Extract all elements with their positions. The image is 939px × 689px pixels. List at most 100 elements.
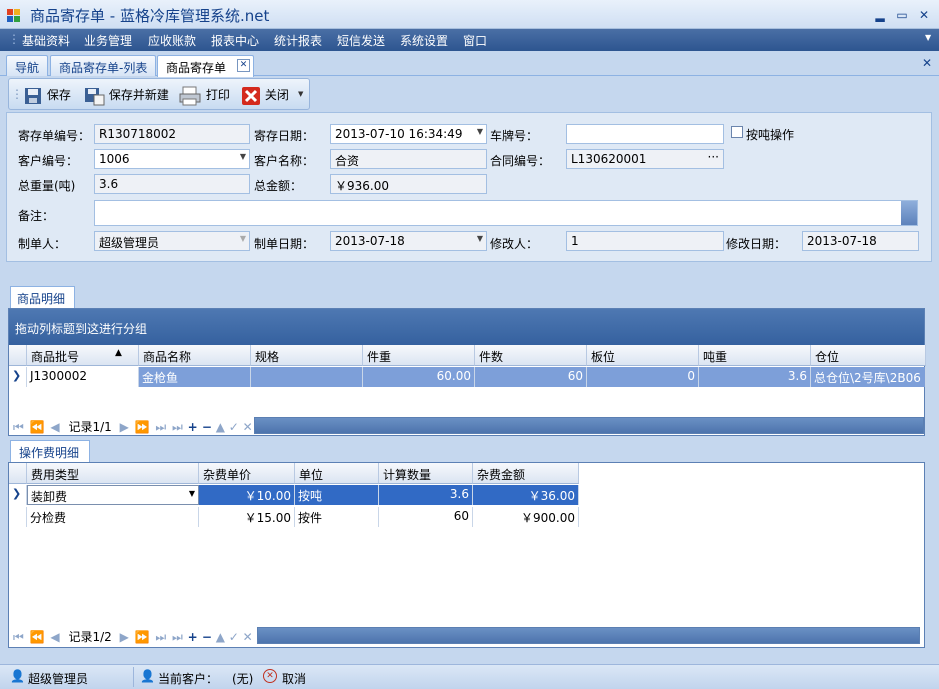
nav-first-prev-icon[interactable]: ⏮ ⏪ ◀ — [13, 420, 61, 434]
close-all-tabs-icon[interactable]: ✕ — [922, 56, 932, 70]
deposit-date-picker[interactable]: 2013-07-10 16:34:49 ▼ — [330, 124, 487, 144]
column-header-tons[interactable]: 吨重 — [699, 345, 811, 366]
cell-quantity[interactable]: 60 — [379, 507, 473, 527]
column-header-location[interactable]: 仓位 — [811, 345, 926, 366]
cell-name[interactable]: 金枪鱼 — [139, 367, 251, 387]
cell-batch[interactable]: J1300002 — [27, 367, 139, 387]
column-header-name[interactable]: 商品名称 — [139, 345, 251, 366]
menu-overflow-icon[interactable]: ▼ — [925, 33, 931, 42]
remark-label: 备注： — [18, 209, 55, 223]
cell-pieces[interactable]: 60 — [475, 367, 587, 387]
menu-basic-data[interactable]: 基础资料 — [22, 32, 70, 49]
nav-add-remove-icon[interactable]: + − — [188, 630, 212, 644]
tab-fee-detail[interactable]: 操作费明细 — [10, 440, 90, 462]
toolbar-overflow-icon[interactable]: ▼ — [298, 90, 303, 98]
user-icon: 👤 — [10, 669, 25, 683]
column-header-unit[interactable]: 单位 — [295, 463, 379, 484]
menu-business[interactable]: 业务管理 — [84, 32, 132, 49]
cell-unit-price[interactable]: ￥15.00 — [199, 507, 295, 527]
dropdown-arrow-icon: ▼ — [476, 127, 483, 136]
column-header-piece-weight[interactable]: 件重 — [363, 345, 475, 366]
modify-date-field: 2013-07-18 — [802, 231, 919, 251]
cancel-link[interactable]: 取消 — [282, 670, 306, 687]
cell-tons[interactable]: 3.6 — [699, 367, 811, 387]
column-header-fee-amount[interactable]: 杂费金额 — [473, 463, 579, 484]
column-header-batch[interactable]: 商品批号 ▲ — [27, 345, 139, 366]
print-button[interactable]: 打印 — [178, 85, 230, 105]
cell-unit[interactable]: 按吨 — [295, 485, 379, 505]
cell-fee-amount[interactable]: ￥900.00 — [473, 507, 579, 527]
nav-edit-icons[interactable]: ▲ ✓ ✕ — [216, 420, 253, 434]
menu-reports[interactable]: 报表中心 — [211, 32, 259, 49]
fee-type-select[interactable]: 装卸费 ▼ — [27, 485, 199, 505]
contract-no-value: L130620001 — [571, 152, 647, 166]
cell-fee-type[interactable]: 分检费 — [27, 507, 199, 527]
tab-deposit-form[interactable]: 商品寄存单 ✕ — [157, 55, 254, 77]
cell-pallet[interactable]: 0 — [587, 367, 699, 387]
contract-no-field[interactable]: L130620001 ··· — [566, 149, 724, 169]
goods-horizontal-scrollbar[interactable] — [254, 417, 924, 434]
column-header-pieces[interactable]: 件数 — [475, 345, 587, 366]
menu-settings[interactable]: 系统设置 — [400, 32, 448, 49]
deposit-date-value: 2013-07-10 16:34:49 — [335, 127, 463, 141]
column-header-spec[interactable]: 规格 — [251, 345, 363, 366]
nav-next-last-icon[interactable]: ▶ ⏩ ⏭ ⏭ — [120, 630, 184, 644]
maximize-icon[interactable]: ▭ — [892, 6, 912, 24]
minimize-icon[interactable]: ▂ — [870, 6, 890, 24]
remark-scroll-icon[interactable] — [901, 201, 917, 225]
record-navigator: ⏮ ⏪ ◀ 记录1/2 ▶ ⏩ ⏭ ⏭ + − ▲ ✓ ✕ — [13, 628, 258, 647]
tab-label: 商品寄存单-列表 — [59, 61, 148, 75]
column-header-label: 商品批号 — [31, 350, 80, 364]
modify-date-label: 修改日期： — [726, 237, 787, 251]
customer-no-value: 1006 — [99, 152, 130, 166]
by-ton-label: 按吨操作 — [746, 128, 795, 142]
by-ton-checkbox[interactable] — [731, 126, 743, 138]
menu-window[interactable]: 窗口 — [463, 32, 487, 49]
tab-close-icon[interactable]: ✕ — [237, 59, 250, 72]
plate-label: 车牌号： — [490, 129, 539, 143]
creator-value: 超级管理员 — [99, 236, 160, 250]
cell-unit-price[interactable]: ￥10.00 — [199, 485, 295, 505]
column-header-quantity[interactable]: 计算数量 — [379, 463, 473, 484]
nav-add-remove-icon[interactable]: + − — [188, 420, 212, 434]
cell-fee-amount[interactable]: ￥36.00 — [473, 485, 579, 505]
close-button[interactable]: 关闭 — [241, 85, 289, 105]
menu-receivables[interactable]: 应收账款 — [148, 32, 196, 49]
sort-asc-icon: ▲ — [115, 348, 122, 358]
ellipsis-icon[interactable]: ··· — [708, 150, 719, 164]
menu-sms[interactable]: 短信发送 — [337, 32, 385, 49]
nav-edit-icons[interactable]: ▲ ✓ ✕ — [216, 630, 253, 644]
cell-unit[interactable]: 按件 — [295, 507, 379, 527]
column-header-fee-type[interactable]: 费用类型 — [27, 463, 199, 484]
status-bar: 👤 超级管理员 👤 当前客户： (无) ✕ 取消 — [0, 664, 939, 689]
tab-goods-detail[interactable]: 商品明细 — [10, 286, 75, 308]
cell-quantity[interactable]: 3.6 — [379, 485, 473, 505]
plate-input[interactable] — [566, 124, 724, 144]
column-header-unit-price[interactable]: 杂费单价 — [199, 463, 295, 484]
save-icon — [25, 87, 41, 104]
cell-location[interactable]: 总仓位\2号库\2B06 — [811, 367, 926, 387]
save-and-new-button[interactable]: 保存并新建 — [83, 85, 169, 105]
column-header-pallet[interactable]: 板位 — [587, 345, 699, 366]
remark-input[interactable] — [94, 200, 918, 226]
dropdown-arrow-icon: ▼ — [188, 489, 195, 498]
nav-next-last-icon[interactable]: ▶ ⏩ ⏭ ⏭ — [120, 420, 184, 434]
total-weight-label: 总重量(吨) — [18, 179, 76, 193]
menu-statistics[interactable]: 统计报表 — [274, 32, 322, 49]
cell-spec[interactable] — [251, 367, 363, 387]
cell-piece-weight[interactable]: 60.00 — [363, 367, 475, 387]
app-icon — [7, 9, 20, 22]
modifier-field: 1 — [566, 231, 724, 251]
close-icon[interactable]: ✕ — [914, 6, 934, 24]
tab-navigation[interactable]: 导航 — [6, 55, 49, 76]
save-button[interactable]: 保存 — [23, 85, 71, 105]
close-red-icon — [242, 86, 260, 105]
cancel-icon[interactable]: ✕ — [263, 669, 277, 683]
fees-horizontal-scrollbar[interactable] — [257, 627, 920, 644]
nav-first-prev-icon[interactable]: ⏮ ⏪ ◀ — [13, 630, 61, 644]
tab-deposit-list[interactable]: 商品寄存单-列表 — [50, 55, 157, 76]
deposit-no-field: R130718002 — [94, 124, 250, 144]
group-by-bar: 拖动列标题到这进行分组 — [9, 309, 924, 345]
customer-no-select[interactable]: 1006 ▼ — [94, 149, 250, 169]
print-label: 打印 — [205, 88, 230, 102]
